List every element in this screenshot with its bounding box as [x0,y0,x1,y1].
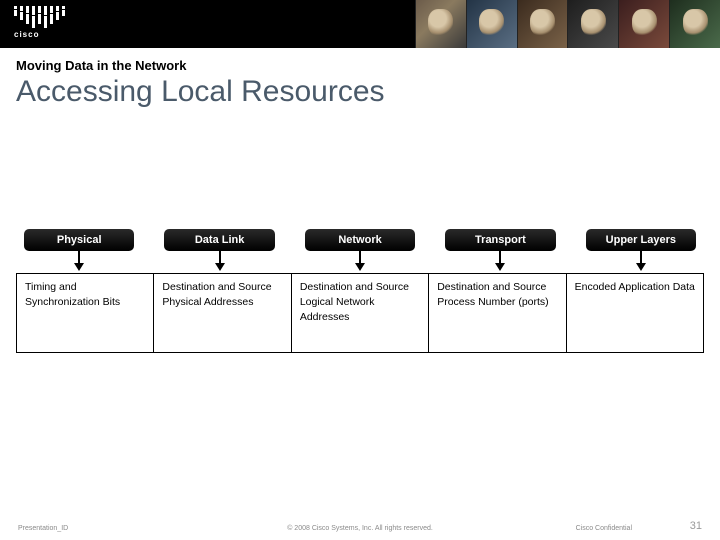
arrow-down-icon [24,251,134,273]
layer-diagram: Physical Data Link Network Transport Upp… [16,229,704,353]
arrow-row [16,251,704,273]
layer-pill-upper-layers: Upper Layers [586,229,696,251]
banner-photo [567,0,618,48]
layer-desc-physical: Timing and Synchronization Bits [17,274,153,352]
layer-desc-grid: Timing and Synchronization Bits Destinat… [16,273,704,353]
kicker-title: Moving Data in the Network [16,58,704,73]
footer-copyright: © 2008 Cisco Systems, Inc. All rights re… [287,525,433,532]
layer-pill-transport: Transport [445,229,555,251]
cisco-logo-icon [14,6,65,28]
banner-photo [618,0,669,48]
layer-desc-transport: Destination and Source Process Number (p… [428,274,565,352]
arrow-down-icon [305,251,415,273]
cisco-logo: cisco [14,6,65,39]
banner-photo [415,0,466,48]
layer-pill-row: Physical Data Link Network Transport Upp… [16,229,704,251]
layer-desc-network: Destination and Source Logical Network A… [291,274,428,352]
banner-photo [517,0,568,48]
banner-photo [669,0,720,48]
title-block: Moving Data in the Network Accessing Loc… [0,48,720,109]
arrow-down-icon [586,251,696,273]
layer-desc-upper-layers: Encoded Application Data [566,274,703,352]
layer-pill-data-link: Data Link [164,229,274,251]
banner-photo [466,0,517,48]
banner-photo-strip [415,0,720,48]
page-title: Accessing Local Resources [16,75,704,109]
arrow-down-icon [445,251,555,273]
footer-presentation-id: Presentation_ID [18,525,68,532]
footer-slide-number: 31 [690,520,702,532]
layer-desc-data-link: Destination and Source Physical Addresse… [153,274,290,352]
arrow-down-icon [164,251,274,273]
footer-confidential: Cisco Confidential [576,525,632,532]
cisco-logo-text: cisco [14,30,65,39]
top-banner: cisco [0,0,720,48]
slide-footer: Presentation_ID © 2008 Cisco Systems, In… [0,525,720,532]
layer-pill-physical: Physical [24,229,134,251]
layer-pill-network: Network [305,229,415,251]
